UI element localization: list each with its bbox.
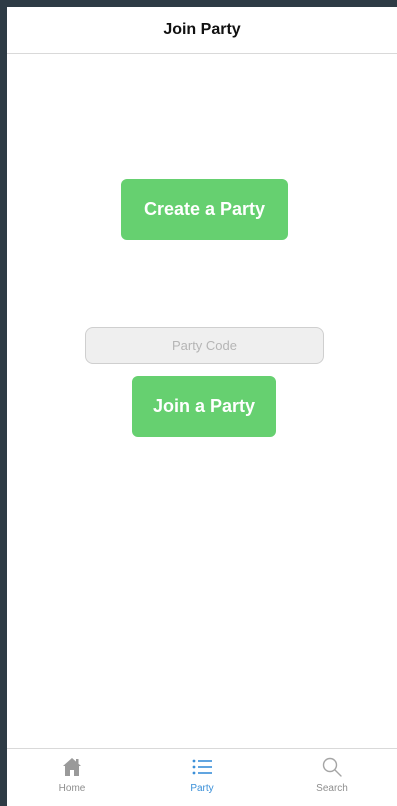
search-icon <box>320 755 344 779</box>
main-content: Create a Party Join a Party <box>7 54 397 748</box>
tab-party[interactable]: Party <box>137 749 267 806</box>
page-title: Join Party <box>163 21 241 38</box>
join-party-button[interactable]: Join a Party <box>132 376 276 437</box>
tab-party-label: Party <box>190 783 214 794</box>
tab-bar: Home Party Search <box>7 748 397 806</box>
list-icon <box>190 755 214 779</box>
home-icon <box>60 755 84 779</box>
navigation-bar: Join Party <box>7 7 397 54</box>
tab-home-label: Home <box>58 783 86 794</box>
tab-search[interactable]: Search <box>267 749 397 806</box>
tab-home[interactable]: Home <box>7 749 137 806</box>
tab-search-label: Search <box>316 783 348 794</box>
create-party-button[interactable]: Create a Party <box>121 179 288 240</box>
party-code-input[interactable] <box>85 327 324 364</box>
app-screen: Join Party Create a Party Join a Party H… <box>7 7 397 806</box>
